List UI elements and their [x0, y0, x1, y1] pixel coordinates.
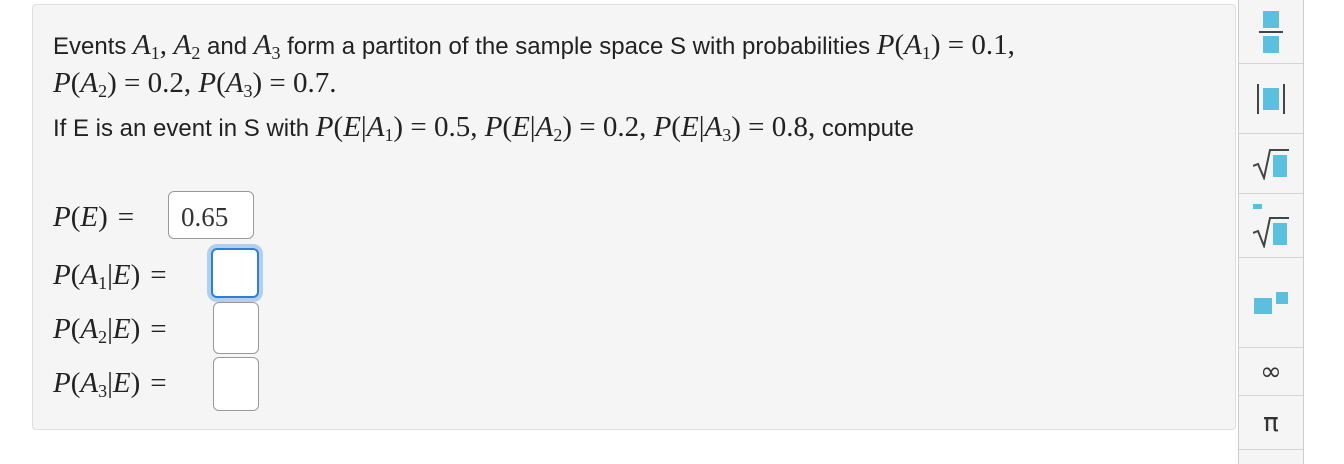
answer-row-pe: P(E) = [53, 201, 135, 233]
question-line-1: Events A1, A2 and A3 form a partiton of … [53, 29, 1015, 64]
question-panel: Events A1, A2 and A3 form a partiton of … [32, 4, 1236, 430]
answer-row-pa3e: P(A3|E) = [53, 367, 167, 402]
pi-button[interactable]: π [1239, 396, 1303, 450]
answer-label-pa2e: P(A2|E) [53, 313, 141, 348]
nth-root-button[interactable] [1239, 194, 1303, 258]
pi-icon: π [1263, 407, 1279, 438]
math-toolbar: ∞ π [1238, 0, 1304, 464]
fraction-button[interactable] [1239, 0, 1303, 64]
infinity-button[interactable]: ∞ [1239, 348, 1303, 396]
answer-input-pa1e[interactable] [211, 248, 259, 298]
absolute-value-icon [1257, 83, 1285, 114]
fraction-icon [1259, 10, 1283, 53]
answer-label-pa3e: P(A3|E) [53, 367, 141, 402]
answer-label-pe: P(E) [53, 201, 108, 233]
absolute-value-button[interactable] [1239, 64, 1303, 134]
answer-input-pe[interactable]: 0.65 [168, 191, 254, 239]
answer-input-pa2e[interactable] [213, 302, 259, 354]
answer-row-pa2e: P(A2|E) = [53, 313, 167, 348]
nth-root-icon [1253, 203, 1289, 248]
answer-input-pa3e[interactable] [213, 357, 259, 411]
square-root-icon [1253, 148, 1289, 180]
page-margin [1304, 0, 1344, 464]
square-root-button[interactable] [1239, 134, 1303, 194]
exponent-icon [1254, 291, 1288, 314]
question-line-3: If E is an event in S with P(E|A1) = 0.5… [53, 111, 914, 146]
answer-label-pa1e: P(A1|E) [53, 259, 141, 294]
answer-row-pa1e: P(A1|E) = [53, 259, 167, 294]
question-line-2: P(A2) = 0.2, P(A3) = 0.7. [53, 67, 337, 102]
infinity-icon: ∞ [1260, 356, 1282, 387]
exponent-button[interactable] [1239, 258, 1303, 348]
